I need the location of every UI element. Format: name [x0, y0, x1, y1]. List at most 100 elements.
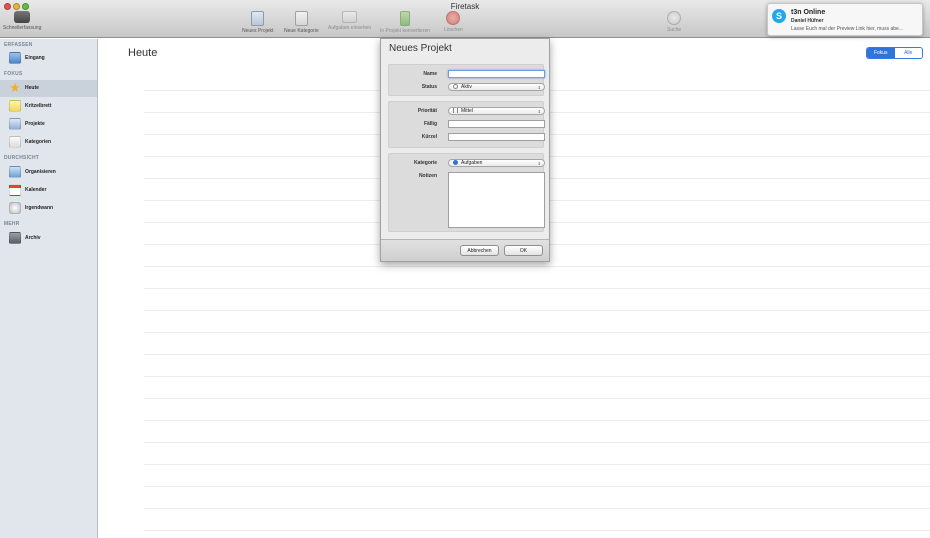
- sidebar-section-header: ERFASSEN: [4, 42, 33, 48]
- inbox-icon: [9, 52, 21, 64]
- sidebar-item-label: Kritzelbrett: [25, 103, 52, 109]
- toolbar-label: Löschen: [444, 27, 463, 33]
- convert-project-icon: [400, 11, 411, 26]
- category-notes-group: Kategorie Aufgaben ⇕ Notizen: [388, 153, 545, 232]
- sidebar-section-header: DURCHSICHT: [4, 155, 40, 161]
- sidebar-item-label: Kategorien: [25, 139, 52, 145]
- status-icon: [453, 84, 458, 89]
- quick-entry-button[interactable]: Schnellerfassung: [3, 11, 41, 31]
- short-label: Kürzel: [421, 134, 437, 140]
- row-divider: [144, 464, 930, 465]
- toolbar-label: In Projekt konvertieren: [380, 28, 431, 34]
- view-tasks-icon: [342, 11, 358, 23]
- search-icon: [667, 11, 682, 25]
- toolbar-label: Suche: [667, 27, 682, 33]
- due-label: Fällig: [423, 121, 437, 127]
- notification-message: Lasse Euch mal der Preview Link hier, mu…: [791, 26, 903, 32]
- toolbar-label: Schnellerfassung: [3, 25, 42, 31]
- sidebar-item-label: Kalender: [25, 187, 47, 193]
- new-project-dialog: Neues Projekt Name Status Aktiv ⇕ Priori…: [380, 38, 550, 262]
- star-icon: ★: [9, 80, 21, 95]
- sidebar-item-archiv[interactable]: Archiv: [0, 230, 97, 247]
- dialog-footer: Abbrechen OK: [381, 239, 549, 261]
- new-category-button[interactable]: Neue Kategorie: [284, 11, 319, 34]
- row-divider: [144, 486, 930, 487]
- toolbar-label: Aufgaben einsehen: [328, 25, 372, 31]
- cancel-button[interactable]: Abbrechen: [460, 245, 499, 256]
- sidebar-item-label: Organisieren: [25, 169, 56, 175]
- sidebar-item-organisieren[interactable]: Organisieren: [0, 164, 97, 181]
- name-field[interactable]: [448, 70, 545, 78]
- sidebar-item-label: Irgendwann: [25, 205, 54, 211]
- page-title: Heute: [128, 47, 158, 59]
- skype-notification[interactable]: S t3n Online Daniel Hüfner Lasse Euch ma…: [767, 3, 923, 36]
- category-value: Aufgaben: [461, 160, 483, 166]
- new-project-button[interactable]: Neues Projekt: [242, 11, 273, 34]
- notes-textarea[interactable]: [448, 172, 545, 228]
- row-divider: [144, 442, 930, 443]
- row-divider: [144, 376, 930, 377]
- row-divider: [144, 420, 930, 421]
- sidebar-item-irgendwann[interactable]: Irgendwann: [0, 200, 97, 217]
- row-divider: [144, 508, 930, 509]
- due-date-field[interactable]: [448, 120, 545, 128]
- filter-fokus-button[interactable]: Fokus: [867, 48, 895, 58]
- quick-entry-icon: [14, 11, 31, 23]
- search-button[interactable]: Suche: [667, 11, 681, 33]
- convert-project-button[interactable]: In Projekt konvertieren: [380, 11, 430, 34]
- toolbar-label: Neue Kategorie: [284, 28, 319, 34]
- short-field[interactable]: [448, 133, 545, 141]
- category-check-icon: [453, 160, 458, 165]
- category-select[interactable]: Aufgaben ⇕: [448, 159, 545, 167]
- schedule-fields-group: Priorität Mittel ⇕ Fällig Kürzel: [388, 101, 545, 148]
- organize-icon: [9, 166, 21, 178]
- ok-button[interactable]: OK: [504, 245, 543, 256]
- notification-sender: Daniel Hüfner: [791, 18, 824, 24]
- sidebar-item-heute[interactable]: ★ Heute: [0, 80, 97, 97]
- dialog-title: Neues Projekt: [389, 43, 452, 54]
- row-divider: [144, 398, 930, 399]
- sidebar-item-eingang[interactable]: Eingang: [0, 50, 97, 67]
- sidebar-item-projekte[interactable]: Projekte: [0, 116, 97, 133]
- toolbar-label: Neues Projekt: [242, 28, 274, 34]
- delete-button[interactable]: Löschen: [444, 11, 463, 33]
- someday-icon: [9, 202, 21, 214]
- notification-title: t3n Online: [791, 9, 826, 16]
- name-label: Name: [423, 71, 437, 77]
- new-project-icon: [251, 11, 265, 26]
- notepad-icon: [9, 100, 21, 112]
- row-divider: [144, 310, 930, 311]
- row-divider: [144, 288, 930, 289]
- sidebar-item-kalender[interactable]: Kalender: [0, 182, 97, 199]
- folder-icon: [9, 136, 21, 148]
- sidebar-section-header: FOKUS: [4, 71, 23, 77]
- sidebar-item-kritzelbrett[interactable]: Kritzelbrett: [0, 98, 97, 115]
- filter-segmented-control: Fokus Alle: [866, 47, 923, 59]
- row-divider: [144, 530, 930, 531]
- chevron-updown-icon: ⇕: [537, 161, 541, 166]
- view-tasks-button[interactable]: Aufgaben einsehen: [328, 11, 371, 31]
- calendar-icon: [9, 184, 21, 196]
- priority-select[interactable]: Mittel ⇕: [448, 107, 545, 115]
- category-label: Kategorie: [413, 160, 437, 166]
- sidebar-item-label: Archiv: [25, 235, 41, 241]
- filter-alle-button[interactable]: Alle: [895, 48, 923, 58]
- row-divider: [144, 332, 930, 333]
- priority-value: Mittel: [461, 108, 473, 114]
- new-category-icon: [294, 11, 308, 26]
- delete-icon: [446, 11, 461, 25]
- status-select[interactable]: Aktiv ⇕: [448, 83, 545, 91]
- chevron-updown-icon: ⇕: [537, 109, 541, 114]
- projects-icon: [9, 118, 21, 130]
- notes-label: Notizen: [418, 173, 437, 179]
- archive-icon: [9, 232, 21, 244]
- priority-icon: [453, 108, 458, 113]
- skype-icon: S: [772, 9, 786, 23]
- sidebar-item-kategorien[interactable]: Kategorien: [0, 134, 97, 151]
- chevron-updown-icon: ⇕: [537, 85, 541, 90]
- priority-label: Priorität: [417, 108, 437, 114]
- sidebar-item-label: Eingang: [25, 55, 45, 61]
- sidebar-item-label: Heute: [25, 85, 39, 91]
- row-divider: [144, 354, 930, 355]
- sidebar: ERFASSEN Eingang FOKUS ★ Heute Kritzelbr…: [0, 39, 98, 538]
